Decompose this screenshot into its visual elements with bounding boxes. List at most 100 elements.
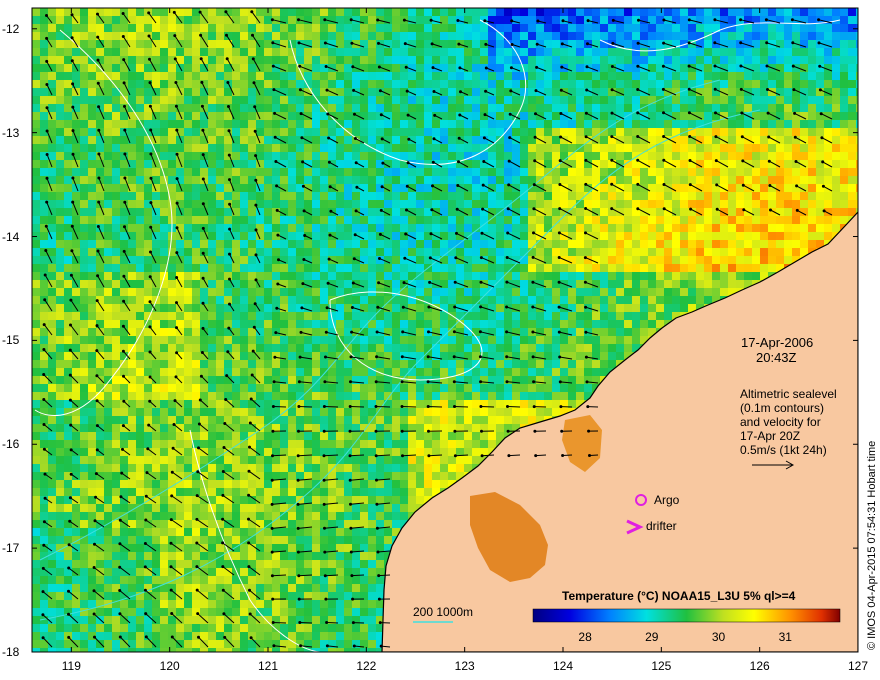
- sst-cell: [208, 80, 216, 88]
- sst-cell: [120, 120, 128, 128]
- sst-cell: [552, 240, 560, 248]
- sst-cell: [368, 264, 376, 272]
- sst-cell: [688, 296, 696, 304]
- sst-cell: [640, 272, 648, 280]
- sst-cell: [488, 72, 496, 80]
- sst-cell: [32, 192, 40, 200]
- sst-cell: [760, 104, 768, 112]
- sst-cell: [824, 8, 832, 16]
- sst-cell: [448, 360, 456, 368]
- sst-cell: [192, 256, 200, 264]
- sst-cell: [344, 8, 352, 16]
- sst-cell: [640, 8, 648, 16]
- sst-cell: [728, 224, 736, 232]
- sst-cell: [768, 200, 776, 208]
- sst-cell: [64, 136, 72, 144]
- sst-cell: [88, 16, 96, 24]
- sst-cell: [416, 184, 424, 192]
- sst-cell: [320, 256, 328, 264]
- sst-cell: [344, 208, 352, 216]
- sst-cell: [608, 272, 616, 280]
- sst-cell: [552, 32, 560, 40]
- sst-cell: [408, 80, 416, 88]
- sst-cell: [512, 336, 520, 344]
- sst-cell: [32, 320, 40, 328]
- sst-cell: [656, 176, 664, 184]
- sst-cell: [520, 352, 528, 360]
- sst-cell: [664, 288, 672, 296]
- sst-cell: [208, 176, 216, 184]
- sst-cell: [312, 368, 320, 376]
- sst-cell: [520, 112, 528, 120]
- sst-cell: [352, 168, 360, 176]
- sst-cell: [520, 280, 528, 288]
- sst-cell: [576, 384, 584, 392]
- sst-cell: [232, 272, 240, 280]
- sst-cell: [392, 72, 400, 80]
- sst-cell: [360, 72, 368, 80]
- sst-cell: [232, 144, 240, 152]
- sst-cell: [560, 80, 568, 88]
- sst-cell: [48, 224, 56, 232]
- sst-cell: [536, 56, 544, 64]
- sst-cell: [472, 184, 480, 192]
- sst-cell: [608, 256, 616, 264]
- sst-cell: [704, 48, 712, 56]
- sst-cell: [272, 216, 280, 224]
- sst-cell: [64, 152, 72, 160]
- sst-cell: [416, 344, 424, 352]
- sst-cell: [40, 208, 48, 216]
- sst-cell: [816, 144, 824, 152]
- sst-cell: [680, 280, 688, 288]
- sst-cell: [72, 360, 80, 368]
- sst-cell: [88, 376, 96, 384]
- sst-cell: [728, 104, 736, 112]
- sst-cell: [600, 192, 608, 200]
- sst-cell: [320, 48, 328, 56]
- sst-cell: [624, 96, 632, 104]
- sst-cell: [704, 192, 712, 200]
- sst-cell: [672, 288, 680, 296]
- sst-cell: [536, 200, 544, 208]
- sst-cell: [592, 80, 600, 88]
- sst-cell: [752, 8, 760, 16]
- sst-cell: [624, 8, 632, 16]
- sst-cell: [624, 152, 632, 160]
- sst-cell: [128, 328, 136, 336]
- sst-cell: [760, 24, 768, 32]
- sst-cell: [400, 120, 408, 128]
- sst-cell: [592, 232, 600, 240]
- sst-cell: [416, 24, 424, 32]
- sst-cell: [320, 8, 328, 16]
- sst-cell: [48, 240, 56, 248]
- sst-cell: [784, 152, 792, 160]
- sst-cell: [360, 216, 368, 224]
- sst-cell: [664, 88, 672, 96]
- sst-cell: [88, 216, 96, 224]
- sst-cell: [192, 96, 200, 104]
- sst-cell: [720, 176, 728, 184]
- sst-cell: [400, 104, 408, 112]
- sst-cell: [576, 184, 584, 192]
- sst-cell: [384, 344, 392, 352]
- sst-cell: [528, 368, 536, 376]
- sst-cell: [64, 192, 72, 200]
- sst-cell: [832, 136, 840, 144]
- sst-cell: [568, 216, 576, 224]
- sst-cell: [736, 120, 744, 128]
- sst-cell: [248, 168, 256, 176]
- sst-cell: [104, 88, 112, 96]
- sst-cell: [752, 256, 760, 264]
- sst-cell: [576, 232, 584, 240]
- sst-cell: [184, 104, 192, 112]
- sst-cell: [424, 112, 432, 120]
- sst-cell: [712, 256, 720, 264]
- sst-cell: [584, 264, 592, 272]
- sst-cell: [360, 200, 368, 208]
- sst-cell: [544, 48, 552, 56]
- sst-cell: [736, 216, 744, 224]
- sst-cell: [56, 160, 64, 168]
- sst-cell: [136, 288, 144, 296]
- sst-cell: [96, 264, 104, 272]
- sst-cell: [552, 72, 560, 80]
